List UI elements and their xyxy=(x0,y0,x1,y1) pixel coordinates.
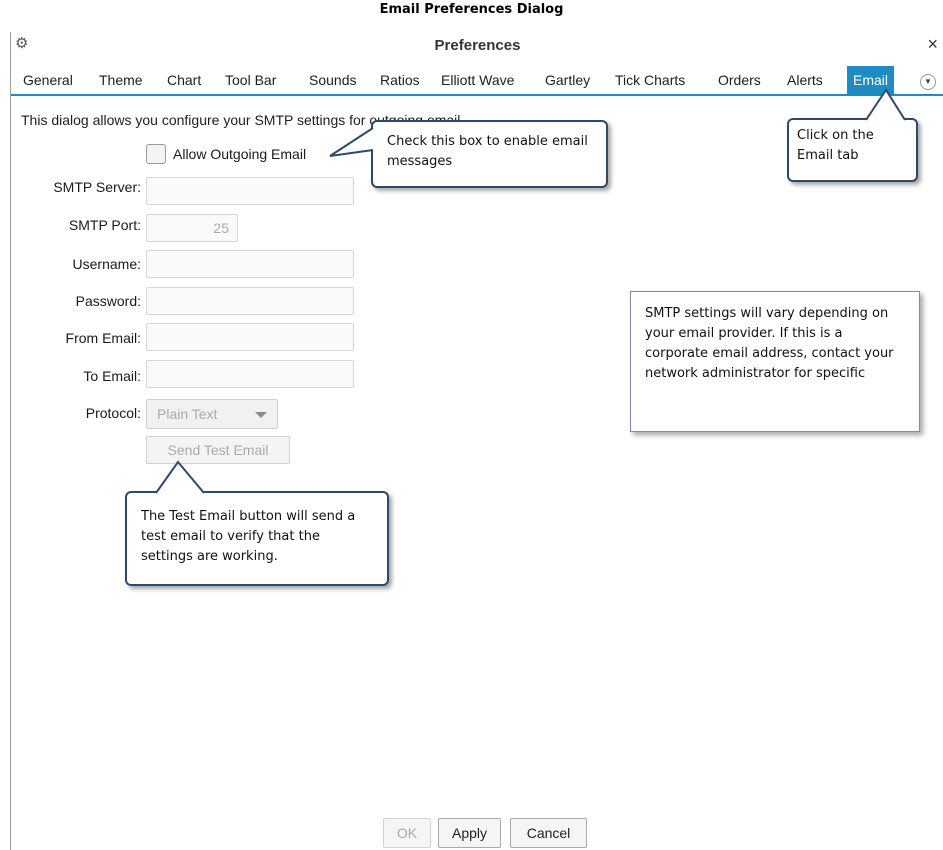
tab-gartley[interactable]: Gartley xyxy=(545,68,590,92)
callout-smtp-settings: SMTP settings will vary depending on you… xyxy=(630,291,920,432)
tab-theme[interactable]: Theme xyxy=(99,68,143,92)
tab-email[interactable]: Email xyxy=(847,66,895,94)
callout-email-tab: Click on the Email tab xyxy=(787,118,918,182)
allow-outgoing-checkbox[interactable] xyxy=(146,144,166,164)
from-email-label: From Email: xyxy=(65,330,141,346)
password-label: Password: xyxy=(75,293,141,309)
apply-button[interactable]: Apply xyxy=(438,818,501,848)
username-input[interactable] xyxy=(146,250,354,278)
protocol-value: Plain Text xyxy=(157,406,218,422)
tab-orders[interactable]: Orders xyxy=(718,68,761,92)
tab-chart[interactable]: Chart xyxy=(167,68,201,92)
tab-sounds[interactable]: Sounds xyxy=(309,68,356,92)
document-title: Email Preferences Dialog xyxy=(379,2,564,17)
window-title: Preferences xyxy=(434,37,521,54)
to-email-label: To Email: xyxy=(83,368,141,384)
tab-tool-bar[interactable]: Tool Bar xyxy=(225,68,276,92)
to-email-input[interactable] xyxy=(146,360,354,388)
smtp-server-input[interactable] xyxy=(146,177,354,205)
callout-checkbox: Check this box to enable email messages xyxy=(371,120,608,188)
tab-bar: General Theme Chart Tool Bar Sounds Rati… xyxy=(11,64,943,96)
callout-test-email: The Test Email button will send a test e… xyxy=(125,491,389,586)
send-test-email-button[interactable]: Send Test Email xyxy=(146,436,290,464)
close-icon[interactable]: × xyxy=(927,35,938,53)
smtp-port-input[interactable]: 25 xyxy=(146,214,238,242)
chevron-down-icon[interactable]: ▼ xyxy=(920,74,936,90)
username-label: Username: xyxy=(72,256,141,272)
tab-alerts[interactable]: Alerts xyxy=(787,68,823,92)
smtp-port-label: SMTP Port: xyxy=(68,217,141,233)
ok-button[interactable]: OK xyxy=(383,818,431,848)
tab-ratios[interactable]: Ratios xyxy=(380,68,420,92)
cancel-button[interactable]: Cancel xyxy=(510,818,587,848)
tab-tick-charts[interactable]: Tick Charts xyxy=(615,68,685,92)
protocol-select[interactable]: Plain Text xyxy=(146,399,278,429)
tab-elliott-wave[interactable]: Elliott Wave xyxy=(441,68,514,92)
from-email-input[interactable] xyxy=(146,323,354,351)
allow-outgoing-label: Allow Outgoing Email xyxy=(173,146,307,162)
password-input[interactable] xyxy=(146,287,354,315)
smtp-server-label: SMTP Server: xyxy=(53,179,141,195)
title-bar: ⚙ Preferences × xyxy=(11,32,943,60)
tab-general[interactable]: General xyxy=(23,68,73,92)
chevron-down-icon xyxy=(255,412,267,418)
protocol-label: Protocol: xyxy=(85,405,141,421)
